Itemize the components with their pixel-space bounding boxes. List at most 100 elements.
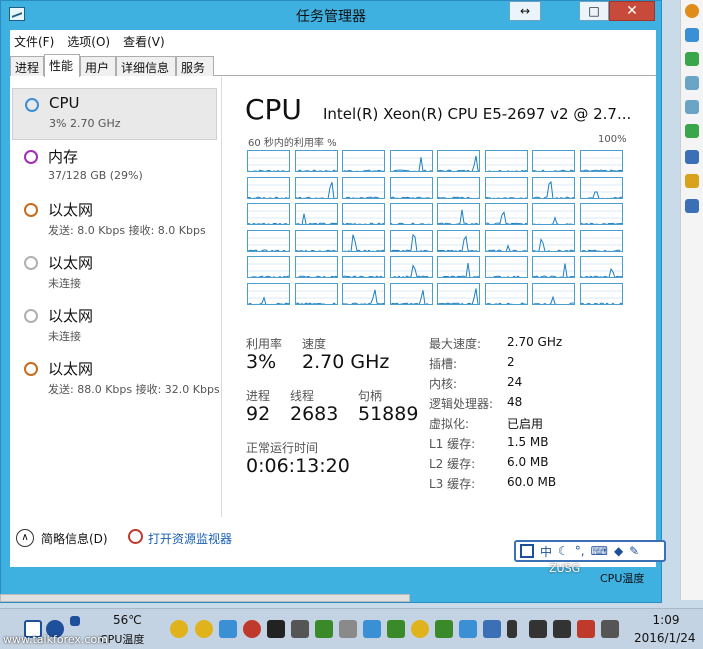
shield-icon[interactable]	[219, 620, 237, 638]
app-icon[interactable]	[291, 620, 309, 638]
sidebar-item-cpu[interactable]: CPU 3% 2.70 GHz	[12, 88, 217, 140]
qq-icon[interactable]	[170, 620, 188, 638]
app-icon[interactable]	[387, 620, 405, 638]
core-trace	[438, 184, 479, 198]
volume-muted-icon[interactable]	[577, 620, 595, 638]
fewer-details-link[interactable]: 简略信息(D)	[41, 530, 108, 547]
bluetooth-icon[interactable]	[507, 620, 517, 638]
sidebar-item-ethernet[interactable]: 以太网 发送: 8.0 Kbps 接收: 8.0 Kbps	[12, 194, 217, 246]
core-trace	[533, 157, 574, 171]
menu-view[interactable]: 查看(V)	[123, 33, 165, 50]
process-value: 92	[246, 403, 271, 425]
tab-performance[interactable]: 性能	[44, 54, 80, 77]
horizontal-scrollbar[interactable]	[0, 594, 410, 602]
sidebar-item-memory[interactable]: 内存 37/128 GB (29%)	[12, 141, 217, 193]
tool-icon[interactable]	[685, 76, 699, 90]
wrench-icon[interactable]: ✎	[629, 544, 639, 558]
refresh-icon[interactable]	[685, 124, 699, 138]
ime-icon[interactable]	[601, 620, 619, 638]
open-resource-monitor-link[interactable]: 打开资源监视器	[148, 530, 232, 547]
util-label: 利用率	[246, 337, 283, 351]
ime-toolbar: 中 ☾ °, ⌨ ◆ ✎	[514, 540, 666, 562]
shirt-icon[interactable]: ◆	[614, 544, 623, 558]
app-icon[interactable]	[411, 620, 429, 638]
core-trace	[485, 210, 527, 224]
ime-temp-label: CPU温度	[600, 572, 645, 585]
keyboard-icon[interactable]: ⌨	[591, 544, 608, 558]
pause-icon[interactable]	[685, 28, 699, 42]
tab-services[interactable]: 服务	[176, 56, 214, 76]
menu-options[interactable]: 选项(O)	[67, 33, 110, 50]
resource-monitor-icon	[128, 529, 143, 544]
tool-icon[interactable]	[685, 150, 699, 164]
tool-icon[interactable]	[685, 100, 699, 114]
spec-label: 最大速度:	[429, 337, 482, 351]
cpu-graph-grid	[247, 150, 627, 307]
clock-time[interactable]: 1:09	[636, 613, 696, 627]
taskbar: 56℃ CPU温度 www.talkforex.com 1:09 2016/1/…	[0, 608, 703, 649]
cpu-core-graph	[294, 256, 338, 278]
app-icon[interactable]	[315, 620, 333, 638]
power-icon[interactable]	[685, 4, 699, 18]
app-icon[interactable]	[459, 620, 477, 638]
app-icon[interactable]	[483, 620, 501, 638]
spec-value: 48	[507, 395, 523, 409]
play-icon[interactable]	[685, 52, 699, 66]
ime-logo-icon[interactable]	[520, 544, 534, 558]
core-trace	[248, 237, 289, 251]
core-trace	[295, 210, 337, 224]
sidebar-item-name: 以太网	[48, 360, 94, 378]
app-icon[interactable]	[435, 620, 453, 638]
chevron-up-icon[interactable]: ∧	[16, 529, 34, 547]
menu-file[interactable]: 文件(F)	[14, 33, 54, 50]
help-icon[interactable]	[685, 199, 699, 213]
ime-shadow-text: ZUSG	[549, 562, 581, 575]
window-icon[interactable]	[70, 616, 80, 626]
g-app-icon[interactable]	[267, 620, 285, 638]
cpu-core-graph	[294, 150, 338, 172]
watermark: www.talkforex.com	[3, 633, 108, 646]
cpu-core-graph	[294, 229, 338, 252]
sidebar-item-ethernet[interactable]: 以太网 发送: 88.0 Kbps 接收: 32.0 Kbps	[12, 353, 220, 405]
app-icon[interactable]	[529, 620, 547, 638]
tool-icon[interactable]	[685, 174, 699, 188]
sidebar-item-ethernet[interactable]: 以太网 未连接	[12, 247, 217, 299]
app-icon[interactable]	[339, 620, 357, 638]
core-trace	[438, 155, 479, 171]
core-trace	[580, 237, 622, 251]
tab-users[interactable]: 用户	[80, 56, 116, 76]
core-trace	[343, 157, 384, 171]
cpu-core-graph	[579, 229, 623, 252]
restore-button[interactable]: ↔	[509, 1, 541, 21]
app-icon[interactable]	[243, 620, 261, 638]
core-trace	[295, 290, 337, 304]
cpu-core-graph	[437, 203, 480, 225]
clock-date[interactable]: 2016/1/24	[634, 631, 696, 645]
qq-icon[interactable]	[195, 620, 213, 638]
close-button[interactable]: ✕	[609, 1, 655, 21]
ime-mode[interactable]: 中	[540, 543, 552, 560]
core-trace	[390, 233, 432, 251]
ethernet-circle-icon	[24, 309, 38, 323]
maximize-button[interactable]: □	[579, 1, 609, 21]
spec-label: 内核:	[429, 377, 458, 391]
sidebar-item-sub: 37/128 GB (29%)	[48, 169, 143, 182]
punctuation-icon[interactable]: °,	[575, 544, 585, 558]
cpu-core-graph	[579, 256, 623, 278]
thread-label: 线程	[290, 389, 315, 403]
tab-processes[interactable]: 进程	[10, 56, 44, 76]
sidebar-item-ethernet[interactable]: 以太网 未连接	[12, 300, 217, 352]
cpu-core-graph	[342, 229, 385, 252]
core-trace	[485, 157, 527, 171]
memory-circle-icon	[24, 150, 38, 164]
signal-icon[interactable]	[553, 620, 571, 638]
core-trace	[533, 263, 574, 277]
moon-icon[interactable]: ☾	[558, 544, 569, 558]
core-trace	[248, 210, 289, 224]
cpu-core-graph	[247, 229, 290, 252]
thread-value: 2683	[290, 403, 339, 425]
sidebar-item-sub: 发送: 88.0 Kbps 接收: 32.0 Kbps	[48, 383, 220, 396]
app-icon[interactable]	[363, 620, 381, 638]
tab-details[interactable]: 详细信息	[116, 56, 176, 76]
title-bar[interactable]: 任务管理器 ↔ ─ □ ✕	[1, 1, 661, 29]
